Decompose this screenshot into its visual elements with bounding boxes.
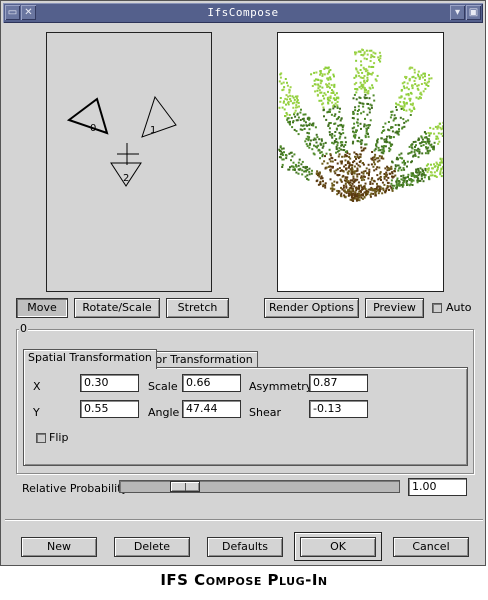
asymmetry-field[interactable]: 0.87 (309, 374, 368, 392)
design-area[interactable]: 0 1 2 (46, 32, 212, 292)
iconify-icon[interactable]: ✕ (21, 5, 36, 20)
design-canvas[interactable]: 0 1 2 (47, 33, 211, 291)
auto-label: Auto (446, 301, 472, 314)
stretch-button[interactable]: Stretch (166, 298, 229, 318)
y-label: Y (33, 406, 40, 419)
flip-checkbox[interactable] (36, 433, 46, 443)
asymmetry-label: Asymmetry (249, 380, 313, 393)
transform-2-triangle[interactable]: 2 (110, 162, 142, 187)
preview-button[interactable]: Preview (365, 298, 424, 318)
shear-label: Shear (249, 406, 281, 419)
collapse-icon[interactable]: ▾ (450, 5, 465, 20)
angle-field[interactable]: 47.44 (182, 400, 241, 418)
slider-thumb[interactable] (170, 481, 200, 492)
render-options-button[interactable]: Render Options (264, 298, 359, 318)
transform-label: 0 (90, 123, 96, 134)
x-field[interactable]: 0.30 (80, 374, 139, 392)
transform-label: 1 (150, 125, 156, 136)
flip-label: Flip (49, 431, 69, 444)
caption: IFS Compose Plug-In (160, 571, 328, 589)
preview-area (277, 32, 444, 292)
transform-frame-label: 0 (19, 322, 28, 335)
transform-1-triangle[interactable]: 1 (141, 95, 177, 138)
close-icon[interactable]: ▣ (466, 5, 481, 20)
transform-0-triangle[interactable]: 0 (66, 97, 109, 135)
scale-field[interactable]: 0.66 (182, 374, 241, 392)
ifs-compose-dialog: ▭ ✕ IfsCompose ▾ ▣ 0 1 2 Move Rotate/Sca… (0, 0, 486, 566)
move-button[interactable]: Move (16, 298, 68, 318)
y-field[interactable]: 0.55 (80, 400, 139, 418)
fern-preview-image (278, 48, 443, 202)
title-bar[interactable]: ▭ ✕ IfsCompose ▾ ▣ (3, 3, 483, 23)
ok-button[interactable]: OK (300, 537, 376, 557)
window-menu-icon[interactable]: ▭ (5, 5, 20, 20)
relative-probability-label: Relative Probability: (22, 482, 131, 495)
scale-label: Scale (148, 380, 178, 393)
center-crosshair-icon[interactable] (117, 143, 139, 165)
relative-probability-field[interactable]: 1.00 (408, 478, 467, 496)
x-label: X (33, 380, 41, 393)
shear-field[interactable]: -0.13 (309, 400, 368, 418)
auto-checkbox[interactable] (432, 303, 442, 313)
separator (5, 519, 483, 521)
new-button[interactable]: New (21, 537, 97, 557)
delete-button[interactable]: Delete (114, 537, 190, 557)
angle-label: Angle (148, 406, 180, 419)
cancel-button[interactable]: Cancel (393, 537, 469, 557)
tab-spatial-transformation[interactable]: Spatial Transformation (23, 349, 157, 369)
defaults-button[interactable]: Defaults (207, 537, 283, 557)
transform-label: 2 (123, 173, 129, 184)
rotate-scale-button[interactable]: Rotate/Scale (74, 298, 160, 318)
relative-probability-slider[interactable] (119, 480, 400, 493)
window-title: IfsCompose (207, 6, 279, 19)
